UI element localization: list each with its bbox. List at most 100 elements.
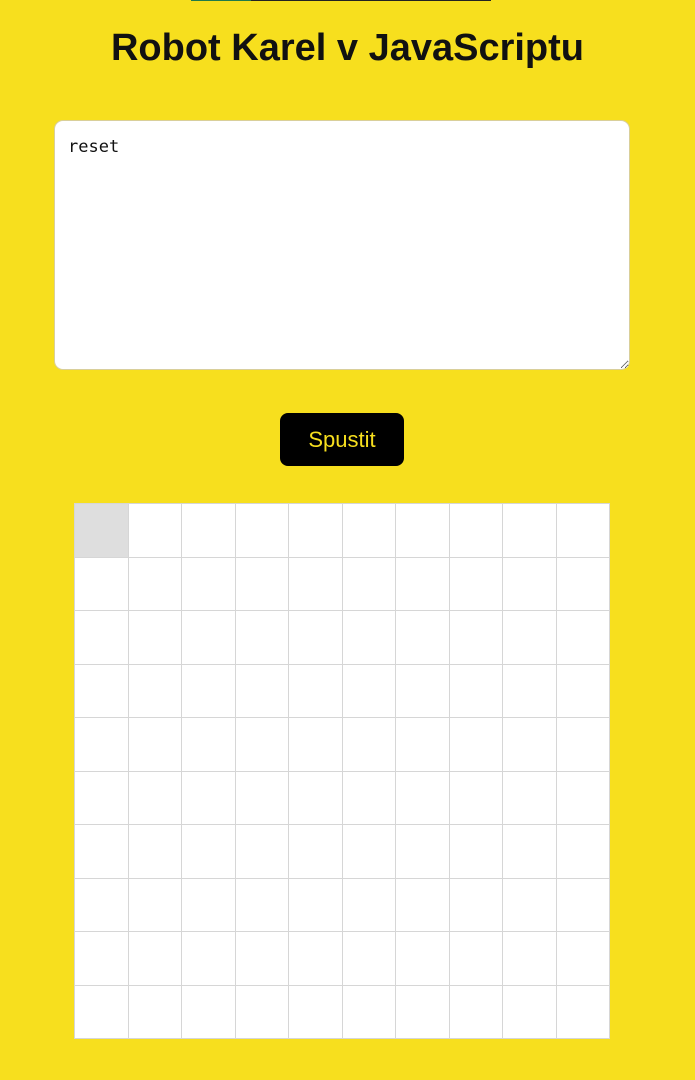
- board-cell: [396, 664, 450, 718]
- board-cell: [128, 932, 182, 986]
- board-cell: [556, 825, 610, 879]
- board-cell: [289, 985, 343, 1039]
- board-cell: [235, 878, 289, 932]
- board-cell: [235, 557, 289, 611]
- board-cell: [128, 504, 182, 558]
- board-cell: [342, 825, 396, 879]
- board-cell: [342, 718, 396, 772]
- board-cell: [556, 718, 610, 772]
- board-cell: [289, 718, 343, 772]
- karel-board: [74, 503, 610, 1039]
- board-cell: [503, 825, 557, 879]
- board-cell: [503, 771, 557, 825]
- board-cell: [556, 985, 610, 1039]
- board-cell: [342, 985, 396, 1039]
- board-cell: [182, 504, 236, 558]
- board-cell: [449, 985, 503, 1039]
- board-cell: [235, 718, 289, 772]
- board-cell: [342, 878, 396, 932]
- top-border-line: [191, 0, 491, 1]
- board-cell: [235, 825, 289, 879]
- board-cell: [342, 664, 396, 718]
- board-cell: [75, 718, 129, 772]
- board-cell: [556, 557, 610, 611]
- board-cell: [396, 932, 450, 986]
- board-cell: [182, 718, 236, 772]
- page-title: Robot Karel v JavaScriptu: [110, 27, 585, 69]
- board-cell: [128, 557, 182, 611]
- board-cell: [182, 985, 236, 1039]
- board-cell: [449, 878, 503, 932]
- run-button[interactable]: Spustit: [280, 413, 404, 466]
- board-cell: [449, 932, 503, 986]
- board-cell: [449, 557, 503, 611]
- board-cell: [182, 611, 236, 665]
- board-cell: [503, 878, 557, 932]
- board-cell: [75, 985, 129, 1039]
- board-cell: [182, 825, 236, 879]
- board-cell: [289, 932, 343, 986]
- board-cell: [556, 664, 610, 718]
- board-cell: [342, 504, 396, 558]
- board-cell: [182, 878, 236, 932]
- board-cell: [182, 664, 236, 718]
- board-cell: [503, 664, 557, 718]
- board-cell: [128, 664, 182, 718]
- board-cell: [128, 611, 182, 665]
- board-cell: [503, 504, 557, 558]
- board-cell: [128, 825, 182, 879]
- code-editor[interactable]: [54, 120, 630, 370]
- board-cell: [75, 825, 129, 879]
- board-cell: [289, 611, 343, 665]
- board-cell: [449, 504, 503, 558]
- board-cell: [449, 825, 503, 879]
- board-cell: [449, 771, 503, 825]
- board-cell: [396, 718, 450, 772]
- board-cell: [75, 932, 129, 986]
- board-cell: [128, 878, 182, 932]
- board-cell: [503, 718, 557, 772]
- board-cell: [342, 557, 396, 611]
- board-cell: [503, 932, 557, 986]
- board-cell: [396, 611, 450, 665]
- board-cell: [235, 504, 289, 558]
- board-cell: [235, 664, 289, 718]
- board-cell: [75, 664, 129, 718]
- board-cell: [235, 985, 289, 1039]
- board-cell: [289, 504, 343, 558]
- board-cell: [396, 985, 450, 1039]
- board-cell: [75, 611, 129, 665]
- board-cell: [289, 771, 343, 825]
- board-cell: [235, 611, 289, 665]
- board-cell: [289, 664, 343, 718]
- board-cell: [449, 718, 503, 772]
- board-cell: [75, 771, 129, 825]
- board-cell: [396, 504, 450, 558]
- board-cell: [235, 932, 289, 986]
- board-cell: [503, 985, 557, 1039]
- board-cell: [396, 771, 450, 825]
- board-cell: [182, 771, 236, 825]
- board-cell: [235, 771, 289, 825]
- board-cell: [75, 557, 129, 611]
- board-cell: [556, 611, 610, 665]
- board-cell: [289, 825, 343, 879]
- top-border-accent: [191, 0, 251, 1]
- board-cell: [128, 718, 182, 772]
- board-cell: [182, 557, 236, 611]
- robot-cell: [75, 504, 129, 558]
- board-cell: [342, 611, 396, 665]
- board-cell: [128, 771, 182, 825]
- board-cell: [396, 878, 450, 932]
- board-cell: [503, 557, 557, 611]
- board-cell: [449, 664, 503, 718]
- board-cell: [556, 878, 610, 932]
- board-cell: [342, 932, 396, 986]
- board-cell: [503, 611, 557, 665]
- board-cell: [449, 611, 503, 665]
- board-cell: [556, 504, 610, 558]
- board-cell: [396, 825, 450, 879]
- board-cell: [75, 878, 129, 932]
- board-cell: [556, 771, 610, 825]
- board-cell: [289, 878, 343, 932]
